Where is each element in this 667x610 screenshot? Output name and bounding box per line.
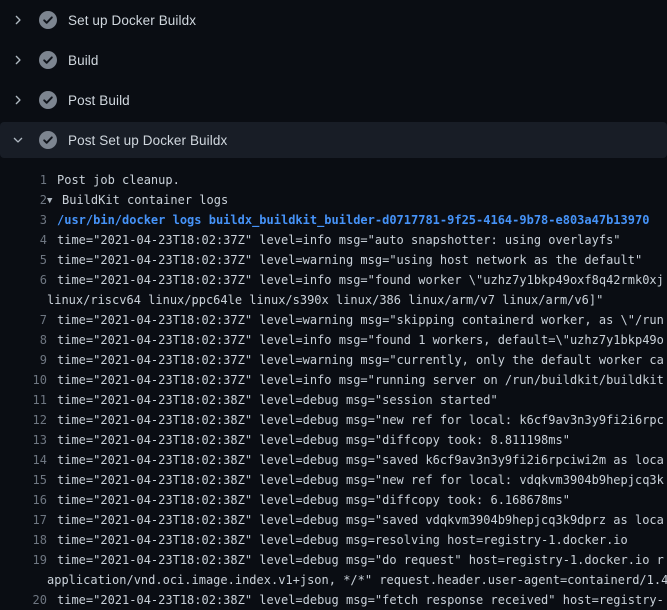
log-line-text: time="2021-04-23T18:02:38Z" level=debug … [57,410,664,430]
log-line-text: time="2021-04-23T18:02:38Z" level=debug … [57,530,628,550]
log-line-text: time="2021-04-23T18:02:37Z" level=info m… [57,370,664,390]
log-line: 16 time="2021-04-23T18:02:38Z" level=deb… [0,490,667,510]
step-label: Post Set up Docker Buildx [68,133,227,148]
step-row-post-set-up-docker-buildx[interactable]: Post Set up Docker Buildx [0,122,667,158]
log-line-text: time="2021-04-23T18:02:38Z" level=debug … [57,510,664,530]
log-line-text: time="2021-04-23T18:02:37Z" level=info m… [57,230,621,250]
log-line: 5 time="2021-04-23T18:02:37Z" level=warn… [0,250,667,270]
log-line-number[interactable]: 4 [0,230,47,250]
log-line-text: time="2021-04-23T18:02:38Z" level=debug … [57,430,570,450]
chevron-down-icon [12,134,24,146]
log-line-text: /usr/bin/docker logs buildx_buildkit_bui… [57,210,649,230]
log-line: 14 time="2021-04-23T18:02:38Z" level=deb… [0,450,667,470]
log-line-text: time="2021-04-23T18:02:38Z" level=debug … [57,390,498,410]
log-line: 11 time="2021-04-23T18:02:38Z" level=deb… [0,390,667,410]
log-line-number[interactable]: 18 [0,530,47,550]
step-row-build[interactable]: Build [0,40,667,80]
log-line: 6 time="2021-04-23T18:02:37Z" level=info… [0,270,667,290]
log-line-text: time="2021-04-23T18:02:38Z" level=debug … [57,450,664,470]
chevron-right-icon [12,94,24,106]
log-line-number[interactable]: 5 [0,250,47,270]
log-line: 9 time="2021-04-23T18:02:37Z" level=warn… [0,350,667,370]
log-line-text: application/vnd.oci.image.index.v1+json,… [47,570,667,590]
log-line-number[interactable]: 7 [0,310,47,330]
log-line: 12 time="2021-04-23T18:02:38Z" level=deb… [0,410,667,430]
log-line-number[interactable] [0,570,47,590]
log-line-number[interactable]: 12 [0,410,47,430]
log-line-number[interactable]: 10 [0,370,47,390]
step-row-post-build[interactable]: Post Build [0,80,667,120]
check-circle-icon [39,11,57,29]
log-line-number[interactable]: 6 [0,270,47,290]
log-line-number[interactable]: 16 [0,490,47,510]
chevron-right-icon [12,14,24,26]
log-line: 19 time="2021-04-23T18:02:38Z" level=deb… [0,550,667,570]
log-line-text: time="2021-04-23T18:02:38Z" level=debug … [57,590,664,610]
check-circle-icon [39,91,57,109]
check-circle-icon [39,51,57,69]
check-circle-icon [39,131,57,149]
log-line: 1 Post job cleanup. [0,170,667,190]
log-line-number[interactable]: 14 [0,450,47,470]
log-lines: 1 Post job cleanup. 2 ▼BuildKit containe… [0,160,667,610]
log-line-number[interactable] [0,290,47,310]
log-line: 17 time="2021-04-23T18:02:38Z" level=deb… [0,510,667,530]
log-line-text[interactable]: ▼BuildKit container logs [47,190,228,210]
log-line-text: time="2021-04-23T18:02:37Z" level=warnin… [57,250,642,270]
log-line: 15 time="2021-04-23T18:02:38Z" level=deb… [0,470,667,490]
log-line-text: linux/riscv64 linux/ppc64le linux/s390x … [47,290,603,310]
step-label: Build [68,53,99,68]
log-line-text: time="2021-04-23T18:02:37Z" level=info m… [57,330,664,350]
log-line-number[interactable]: 11 [0,390,47,410]
log-line: 13 time="2021-04-23T18:02:38Z" level=deb… [0,430,667,450]
log-line-number[interactable]: 20 [0,590,47,610]
step-label: Set up Docker Buildx [68,13,196,28]
step-row-set-up-docker-buildx[interactable]: Set up Docker Buildx [0,0,667,40]
log-line-number[interactable]: 2 [0,190,47,210]
group-collapse-icon[interactable]: ▼ [47,191,62,210]
log-line: 3 /usr/bin/docker logs buildx_buildkit_b… [0,210,667,230]
log-line-number[interactable]: 13 [0,430,47,450]
log-line: 8 time="2021-04-23T18:02:37Z" level=info… [0,330,667,350]
step-label: Post Build [68,93,130,108]
log-line: 18 time="2021-04-23T18:02:38Z" level=deb… [0,530,667,550]
log-line-number[interactable]: 19 [0,550,47,570]
log-line-text: time="2021-04-23T18:02:37Z" level=warnin… [57,350,664,370]
log-line-text: time="2021-04-23T18:02:37Z" level=warnin… [57,310,664,330]
log-line: 4 time="2021-04-23T18:02:37Z" level=info… [0,230,667,250]
log-line-text: time="2021-04-23T18:02:38Z" level=debug … [57,490,570,510]
log-line-text: time="2021-04-23T18:02:37Z" level=info m… [57,270,664,290]
log-line-number[interactable]: 15 [0,470,47,490]
log-line-number[interactable]: 17 [0,510,47,530]
log-line: 20 time="2021-04-23T18:02:38Z" level=deb… [0,590,667,610]
log-line: application/vnd.oci.image.index.v1+json,… [0,570,667,590]
log-line-number[interactable]: 8 [0,330,47,350]
log-line-text: time="2021-04-23T18:02:38Z" level=debug … [57,470,664,490]
log-line-number[interactable]: 3 [0,210,47,230]
log-line: 10 time="2021-04-23T18:02:37Z" level=inf… [0,370,667,390]
log-line-text: Post job cleanup. [57,170,180,190]
log-line: 2 ▼BuildKit container logs [0,190,667,210]
log-line-number[interactable]: 1 [0,170,47,190]
log-line: linux/riscv64 linux/ppc64le linux/s390x … [0,290,667,310]
steps-list: Set up Docker Buildx Build Post Build Po… [0,0,667,158]
chevron-right-icon [12,54,24,66]
log-line-text: time="2021-04-23T18:02:38Z" level=debug … [57,550,664,570]
log-line-number[interactable]: 9 [0,350,47,370]
log-line: 7 time="2021-04-23T18:02:37Z" level=warn… [0,310,667,330]
